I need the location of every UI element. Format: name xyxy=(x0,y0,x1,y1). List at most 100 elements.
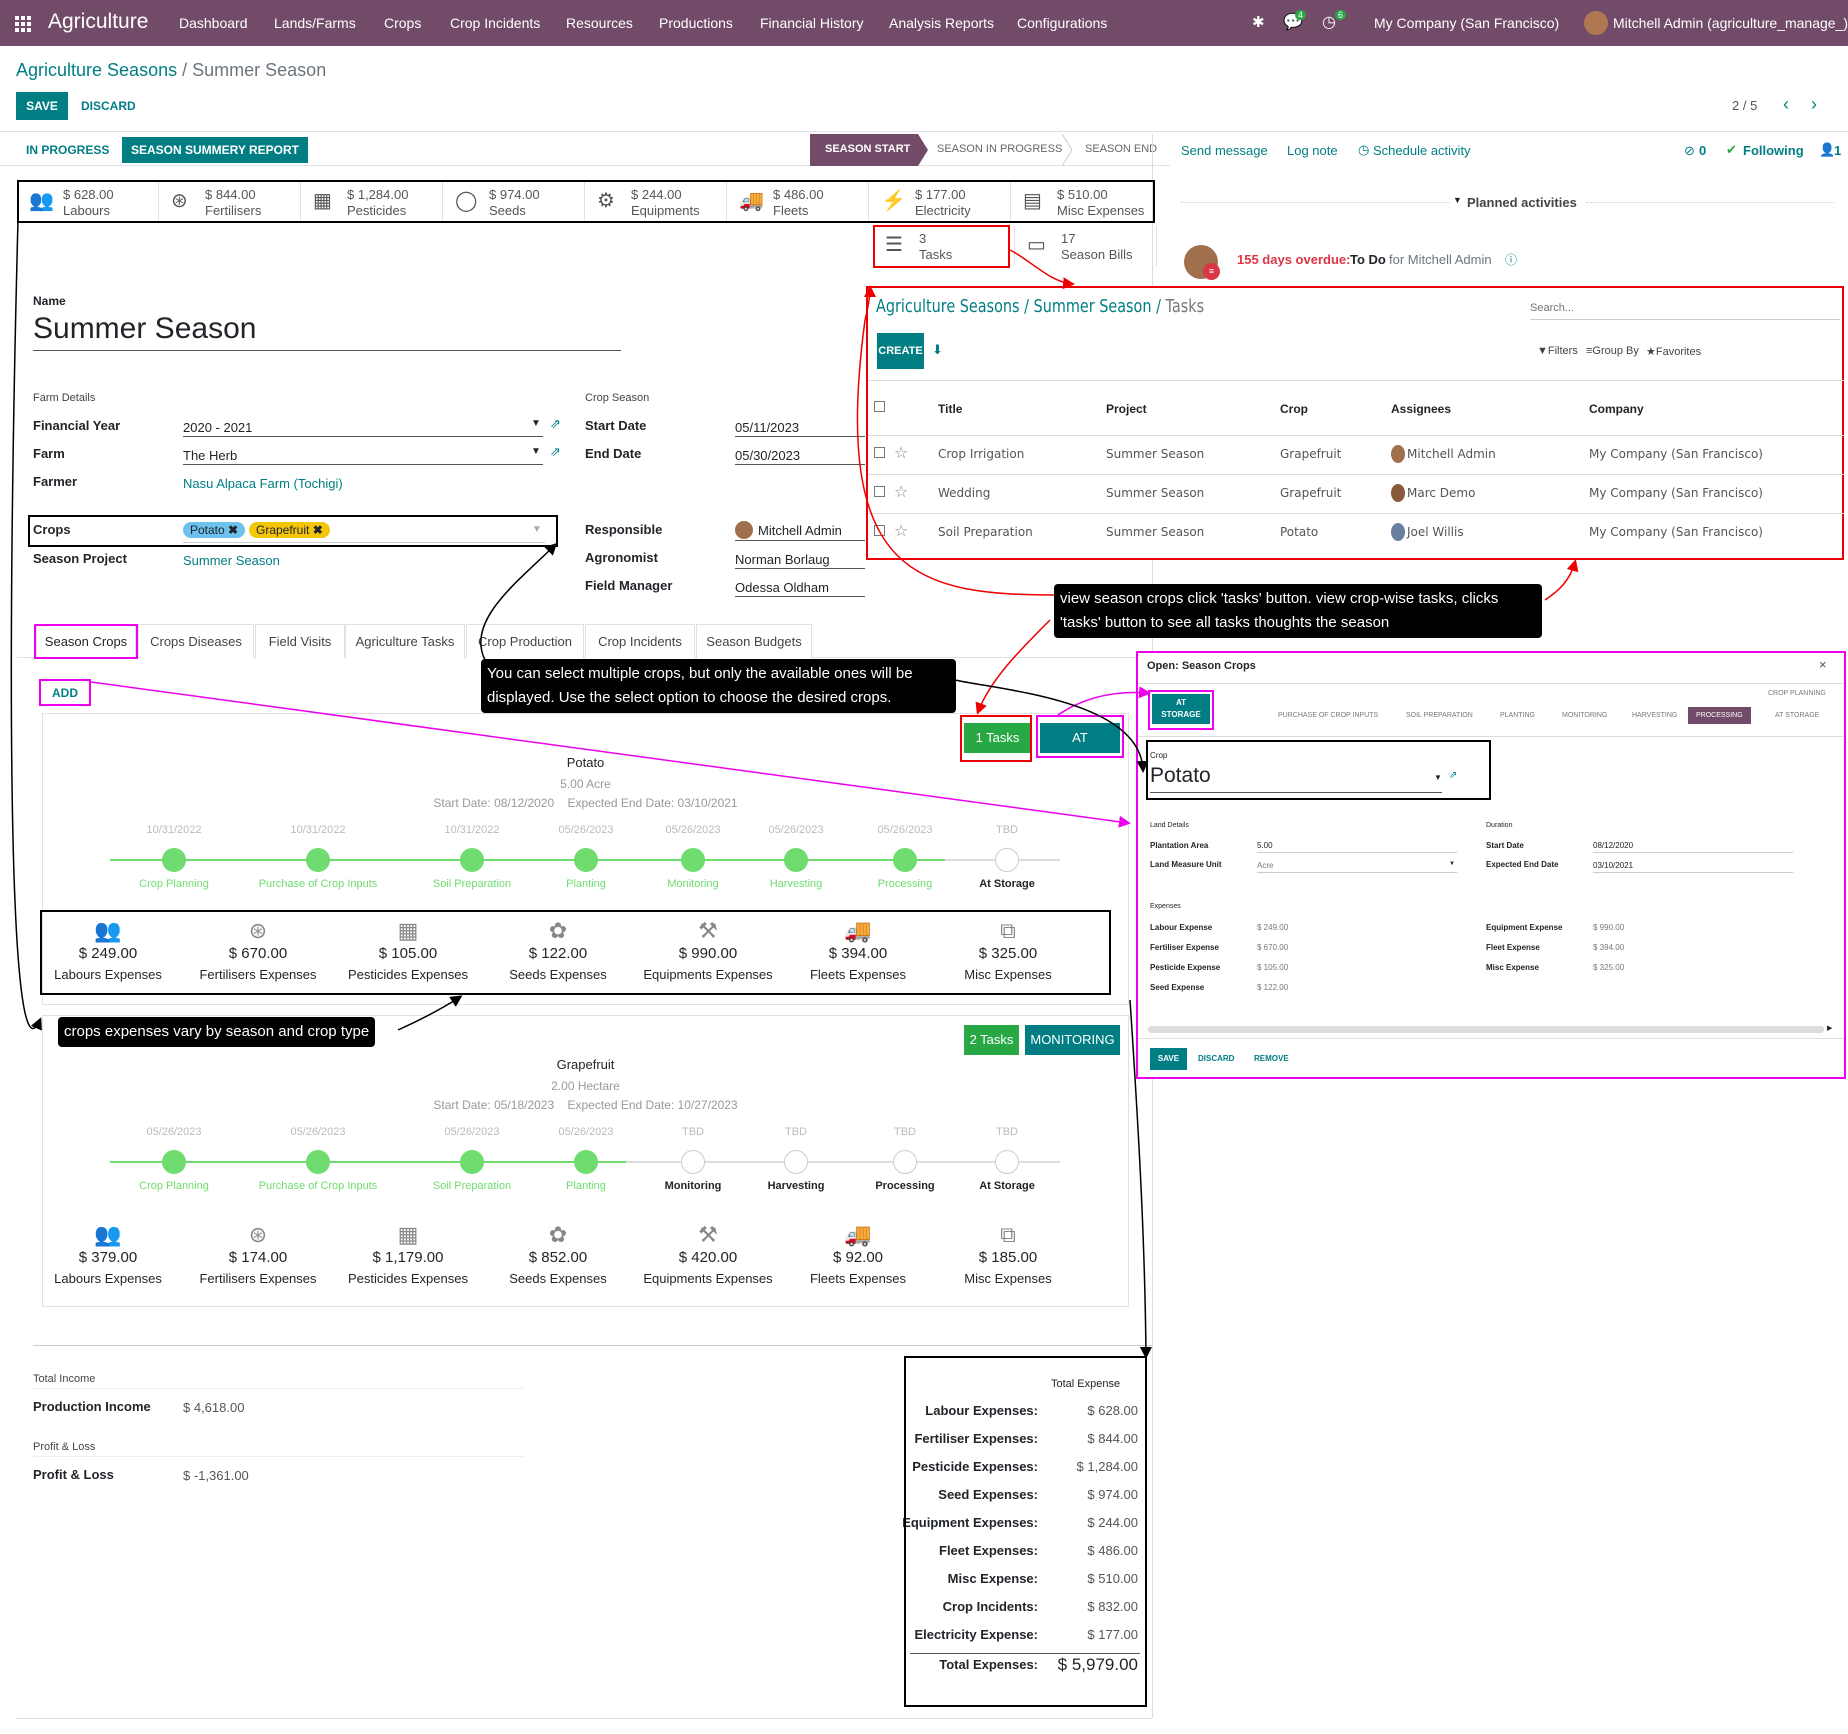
breadcrumb-seasons[interactable]: Agriculture Seasons xyxy=(876,296,1020,317)
menu-crops[interactable]: Crops xyxy=(384,15,421,31)
close-icon[interactable]: × xyxy=(1819,657,1827,672)
stage-season-start[interactable]: SEASON START xyxy=(825,143,910,155)
app-name[interactable]: Agriculture xyxy=(48,10,148,34)
tab-season-budgets[interactable]: Season Budgets xyxy=(696,624,812,658)
row-checkbox[interactable] xyxy=(874,447,885,458)
dropdown-caret-icon[interactable]: ▼ xyxy=(531,446,541,457)
season-report-button[interactable]: SEASON SUMMERY REPORT xyxy=(122,137,308,163)
menu-analysis-reports[interactable]: Analysis Reports xyxy=(889,15,994,31)
stage-season-end[interactable]: SEASON END xyxy=(1085,143,1157,155)
responsible-field[interactable]: Mitchell Admin xyxy=(758,523,842,538)
table-row[interactable]: ☆ Wedding Summer Season Grapefruit Marc Demo… xyxy=(868,474,1844,512)
tab-crop-production[interactable]: Crop Production xyxy=(466,624,584,658)
user-menu[interactable]: Mitchell Admin (agriculture_manage_) xyxy=(1613,15,1848,31)
menu-crop-incidents[interactable]: Crop Incidents xyxy=(450,15,540,31)
filters-button[interactable]: ▼Filters xyxy=(1537,345,1578,357)
external-link-icon[interactable]: ⇗ xyxy=(550,444,561,460)
tab-crop-incidents[interactable]: Crop Incidents xyxy=(585,624,695,658)
column-crop[interactable]: Crop xyxy=(1280,402,1308,416)
season-project-link[interactable]: Summer Season xyxy=(183,553,280,568)
table-row[interactable]: ☆ Soil Preparation Summer Season Potato Joel… xyxy=(868,513,1844,551)
farmer-link[interactable]: Nasu Alpaca Farm (Tochigi) xyxy=(183,476,343,491)
dialog-stage[interactable]: PLANTING xyxy=(1500,712,1535,719)
dlg-start-date-field[interactable]: 08/12/2020 xyxy=(1593,841,1633,850)
pager-value[interactable]: 2 / 5 xyxy=(1732,98,1757,113)
in-progress-button[interactable]: IN PROGRESS xyxy=(26,143,109,157)
tab-agriculture-tasks[interactable]: Agriculture Tasks xyxy=(345,624,465,658)
breadcrumb-season[interactable]: Summer Season xyxy=(1034,296,1152,317)
menu-financial-history[interactable]: Financial History xyxy=(760,15,863,31)
company-switcher[interactable]: My Company (San Francisco) xyxy=(1374,15,1559,31)
dialog-stage[interactable]: SOIL PREPARATION xyxy=(1406,712,1473,719)
scroll-right-icon[interactable]: ▶ xyxy=(1827,1024,1832,1032)
dropdown-caret-icon[interactable]: ▼ xyxy=(531,418,541,429)
search-input[interactable] xyxy=(1530,296,1840,320)
discard-button[interactable]: DISCARD xyxy=(81,99,136,113)
download-icon[interactable]: ⬇ xyxy=(932,342,943,358)
send-message-button[interactable]: Send message xyxy=(1181,143,1268,158)
user-icon[interactable]: 👤 xyxy=(1819,142,1835,158)
schedule-activity-button[interactable]: Schedule activity xyxy=(1373,143,1471,158)
stage-crop-planning[interactable]: CROP PLANNING xyxy=(1768,690,1826,697)
star-icon[interactable]: ☆ xyxy=(894,482,908,501)
column-assignees[interactable]: Assignees xyxy=(1391,402,1451,416)
column-company[interactable]: Company xyxy=(1589,402,1644,416)
dialog-stage[interactable]: PURCHASE OF CROP INPUTS xyxy=(1278,712,1378,719)
stage-season-in-progress[interactable]: SEASON IN PROGRESS xyxy=(937,143,1062,155)
dialog-stage[interactable]: HARVESTING xyxy=(1632,712,1677,719)
row-checkbox[interactable] xyxy=(874,525,885,536)
dialog-stage[interactable]: PROCESSING xyxy=(1688,707,1751,724)
crop-tasks-button[interactable]: 2 Tasks xyxy=(964,1025,1019,1055)
star-icon[interactable]: ☆ xyxy=(894,521,908,540)
season-name-field[interactable]: Summer Season xyxy=(33,312,256,346)
financial-year-field[interactable]: 2020 - 2021 xyxy=(183,420,252,435)
log-note-button[interactable]: Log note xyxy=(1287,143,1338,158)
field-manager-field[interactable]: Odessa Oldham xyxy=(735,580,829,595)
dialog-discard-button[interactable]: DISCARD xyxy=(1198,1054,1234,1063)
column-title[interactable]: Title xyxy=(938,402,962,416)
menu-productions[interactable]: Productions xyxy=(659,15,733,31)
dialog-stage[interactable]: MONITORING xyxy=(1562,712,1607,719)
column-project[interactable]: Project xyxy=(1106,402,1147,416)
pager-previous-icon[interactable]: ‹ xyxy=(1783,94,1789,115)
tab-crops-diseases[interactable]: Crops Diseases xyxy=(138,624,254,658)
tab-field-visits[interactable]: Field Visits xyxy=(255,624,345,658)
land-measure-field[interactable]: Acre xyxy=(1257,861,1273,870)
create-button[interactable]: CREATE xyxy=(877,333,924,369)
paperclip-icon[interactable]: ⊘ xyxy=(1684,143,1695,159)
crop-stage-button[interactable]: MONITORING xyxy=(1025,1025,1120,1055)
dialog-save-button[interactable]: SAVE xyxy=(1150,1048,1187,1070)
dlg-end-date-field[interactable]: 03/10/2021 xyxy=(1593,861,1633,870)
agronomist-field[interactable]: Norman Borlaug xyxy=(735,552,830,567)
group-by-button[interactable]: ≡Group By xyxy=(1586,345,1639,357)
end-date-field[interactable]: 05/30/2023 xyxy=(735,448,800,463)
bug-icon[interactable]: ✱ xyxy=(1252,13,1265,31)
caret-down-icon[interactable]: ▼ xyxy=(1453,195,1462,205)
table-row[interactable]: ☆ Crop Irrigation Summer Season Grapefruit M… xyxy=(868,435,1844,473)
user-avatar[interactable] xyxy=(1584,11,1608,35)
app-grid-icon[interactable] xyxy=(14,15,32,33)
info-icon[interactable]: ⓘ xyxy=(1505,251,1517,268)
dropdown-caret-icon[interactable]: ▼ xyxy=(1449,861,1455,867)
star-icon[interactable]: ☆ xyxy=(894,443,908,462)
smart-button-season-bills[interactable]: ▭ 17 Season Bills xyxy=(1015,226,1157,266)
save-button[interactable]: SAVE xyxy=(16,92,68,120)
menu-lands-farms[interactable]: Lands/Farms xyxy=(274,15,356,31)
select-all-checkbox[interactable] xyxy=(874,401,885,412)
menu-configurations[interactable]: Configurations xyxy=(1017,15,1107,31)
row-checkbox[interactable] xyxy=(874,486,885,497)
planned-activities-toggle[interactable]: Planned activities xyxy=(1467,195,1577,210)
menu-resources[interactable]: Resources xyxy=(566,15,633,31)
menu-dashboard[interactable]: Dashboard xyxy=(179,15,248,31)
farm-field[interactable]: The Herb xyxy=(183,448,237,463)
external-link-icon[interactable]: ⇗ xyxy=(550,416,561,432)
horizontal-scrollbar[interactable] xyxy=(1148,1026,1824,1033)
activity-clock-icon[interactable]: ◷ xyxy=(1322,12,1336,32)
plantation-area-field[interactable]: 5.00 xyxy=(1257,841,1273,850)
dialog-stage[interactable]: AT STORAGE xyxy=(1775,712,1819,719)
pager-next-icon[interactable]: › xyxy=(1811,94,1817,115)
breadcrumb-parent[interactable]: Agriculture Seasons xyxy=(16,60,177,80)
favorites-button[interactable]: ★Favorites xyxy=(1646,345,1701,358)
dialog-remove-button[interactable]: REMOVE xyxy=(1254,1054,1289,1063)
following-button[interactable]: Following xyxy=(1743,143,1804,158)
